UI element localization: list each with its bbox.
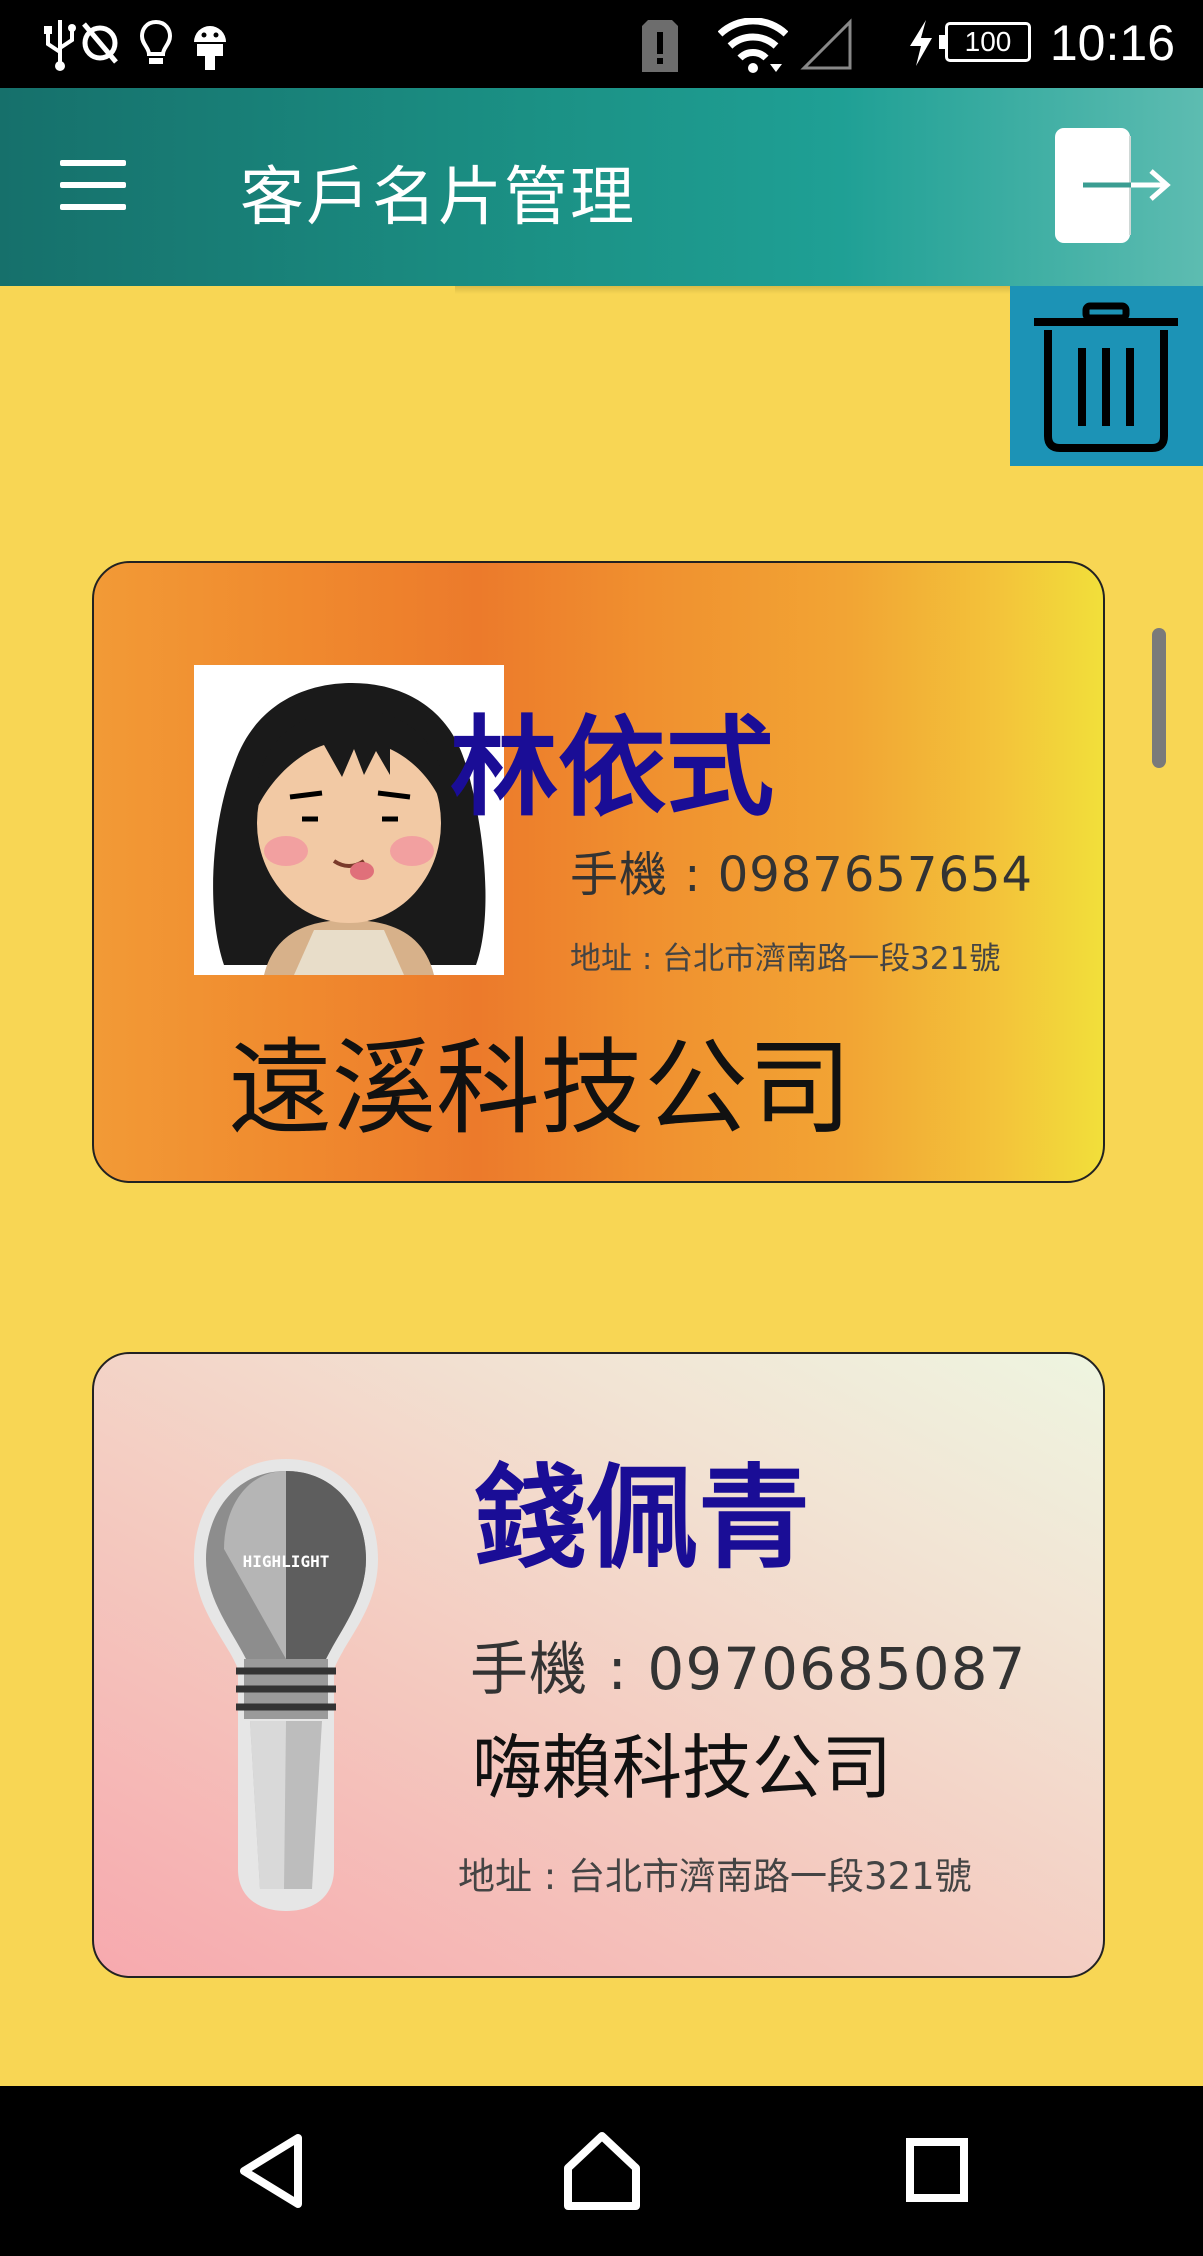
clock: 10:16	[1049, 15, 1175, 71]
lightbulb-avatar: HIGHLIGHT	[186, 1449, 386, 1919]
charging-icon	[910, 20, 932, 66]
android-icon	[194, 26, 226, 70]
home-icon[interactable]	[560, 2126, 644, 2216]
status-bar: 100 10:16	[0, 0, 1203, 88]
delete-button[interactable]	[1010, 286, 1203, 466]
contact-address: 地址 : 台北市濟南路一段321號	[570, 941, 1001, 977]
business-card[interactable]: HIGHLIGHT 錢佩青 手機 : 0970685087 嗨賴科技公司 地址 …	[92, 1352, 1105, 1978]
page-title: 客戶名片管理	[240, 161, 636, 235]
usb-icon	[44, 20, 76, 71]
lightbulb-avatar-text: HIGHLIGHT	[243, 1552, 330, 1571]
app-bar-shadow	[455, 286, 1015, 294]
contact-phone: 手機 : 0970685087	[470, 1635, 1027, 1703]
contact-name: 林依式	[450, 706, 775, 831]
app-bar: 客戶名片管理	[0, 88, 1203, 286]
bulb-icon	[139, 19, 173, 64]
sync-off-icon	[82, 22, 118, 64]
contact-name: 錢佩青	[474, 1454, 810, 1584]
battery-indicator: 100	[939, 22, 1031, 62]
contact-address: 地址 : 台北市濟南路一段321號	[458, 1855, 972, 1898]
company-name: 嗨賴科技公司	[472, 1727, 892, 1809]
navigation-bar	[0, 2086, 1203, 2256]
recents-icon[interactable]	[898, 2126, 978, 2216]
alert-icon	[642, 20, 678, 72]
company-name: 遠溪科技公司	[228, 1027, 853, 1149]
signal-icon	[800, 18, 852, 70]
menu-icon[interactable]	[60, 160, 126, 210]
scrollbar[interactable]	[1152, 628, 1166, 768]
logout-button[interactable]	[1055, 128, 1175, 243]
business-card[interactable]: 林依式 手機 : 0987657654 地址 : 台北市濟南路一段321號 遠溪…	[92, 561, 1105, 1183]
back-icon[interactable]	[232, 2126, 312, 2216]
trash-icon	[1034, 302, 1178, 452]
contact-phone: 手機 : 0987657654	[570, 847, 1034, 903]
logout-icon	[1055, 128, 1171, 243]
wifi-icon	[718, 18, 788, 73]
